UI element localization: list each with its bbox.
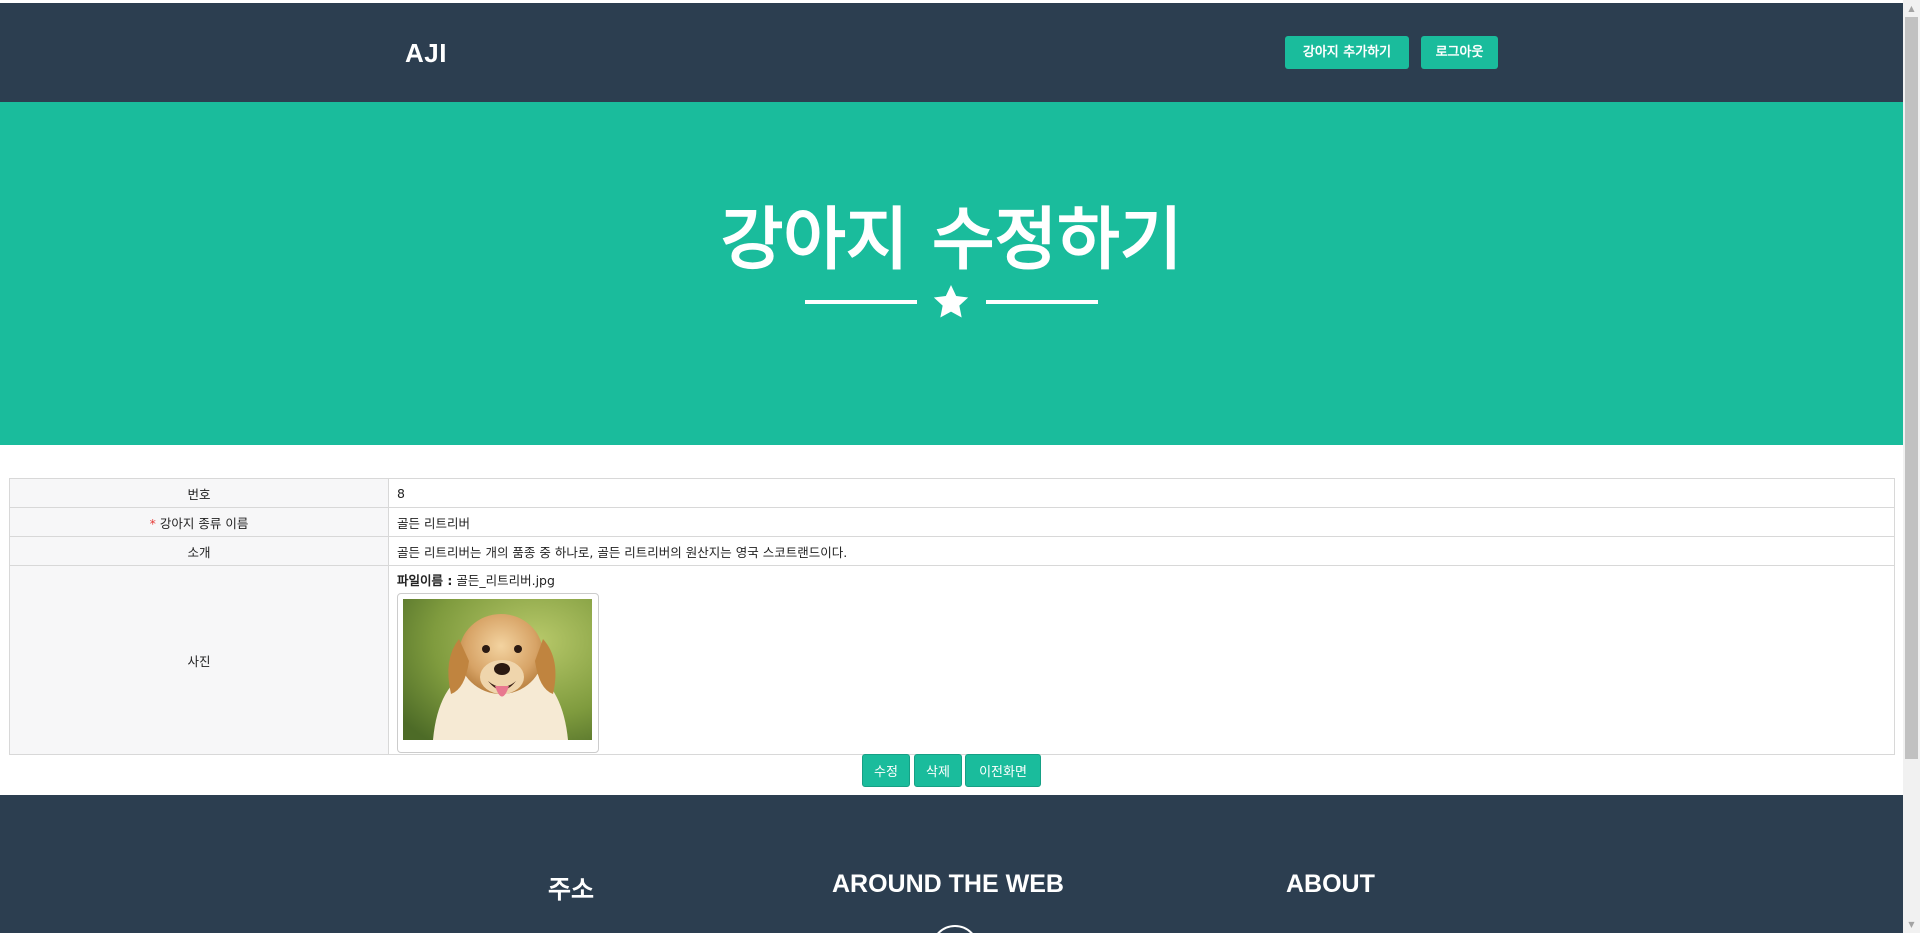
table-row: * 강아지 종류 이름 골든 리트리버	[9, 507, 1895, 537]
footer-web-title: AROUND THE WEB	[832, 870, 1064, 898]
file-name: 골든_리트리버.jpg	[456, 573, 555, 588]
footer-about-title: ABOUT	[1286, 870, 1375, 898]
dog-info-table: 번호 8 * 강아지 종류 이름 골든 리트리버 소개 골든 리트리버는 개의 …	[9, 478, 1895, 755]
required-mark: *	[149, 515, 156, 531]
row-label-text: 강아지 종류 이름	[159, 515, 249, 531]
delete-button[interactable]: 삭제	[914, 754, 962, 787]
page-title: 강아지 수정하기	[720, 201, 1183, 280]
divider-line-right	[986, 300, 1098, 304]
table-row: 사진 파일이름 : 골든_리트리버.jpg	[9, 565, 1895, 755]
table-row: 소개 골든 리트리버는 개의 품종 중 하나로, 골든 리트리버의 원산지는 영…	[9, 536, 1895, 566]
dog-photo	[403, 599, 592, 740]
add-dog-button[interactable]: 강아지 추가하기	[1285, 36, 1409, 69]
scroll-up-icon[interactable]: ▲	[1903, 0, 1920, 17]
row-label: 번호	[9, 478, 389, 508]
back-button[interactable]: 이전화면	[965, 754, 1041, 787]
scroll-down-icon[interactable]: ▼	[1903, 916, 1920, 933]
brand-logo[interactable]: AJI	[405, 38, 447, 69]
photo-thumbnail-frame	[397, 593, 599, 753]
masthead: 강아지 수정하기	[0, 102, 1903, 445]
photo-cell: 파일이름 : 골든_리트리버.jpg	[388, 565, 1895, 755]
table-row: 번호 8	[9, 478, 1895, 508]
star-divider	[805, 274, 1098, 318]
row-value: 골든 리트리버	[388, 507, 1895, 537]
file-name-line: 파일이름 : 골든_리트리버.jpg	[397, 570, 1893, 589]
row-value: 8	[388, 478, 1895, 508]
footer: 주소 AROUND THE WEB ABOUT	[0, 795, 1903, 933]
logout-button[interactable]: 로그아웃	[1421, 36, 1498, 69]
file-name-label: 파일이름 :	[397, 573, 453, 588]
page-scrollbar[interactable]: ▲ ▼	[1903, 0, 1920, 933]
row-value: 골든 리트리버는 개의 품종 중 하나로, 골든 리트리버의 원산지는 영국 스…	[388, 536, 1895, 566]
page: AJI 강아지 추가하기 로그아웃 강아지 수정하기 번호 8 * 강아지 종류…	[0, 0, 1903, 933]
divider-line-left	[805, 300, 917, 304]
social-link-icon[interactable]	[931, 925, 979, 933]
row-label: 사진	[9, 565, 389, 755]
row-label: * 강아지 종류 이름	[9, 507, 389, 537]
footer-address-title: 주소	[548, 876, 595, 904]
row-label: 소개	[9, 536, 389, 566]
edit-button[interactable]: 수정	[862, 754, 910, 787]
navbar: AJI 강아지 추가하기 로그아웃	[0, 3, 1903, 102]
star-icon	[933, 285, 969, 318]
scrollbar-thumb[interactable]	[1905, 17, 1918, 759]
